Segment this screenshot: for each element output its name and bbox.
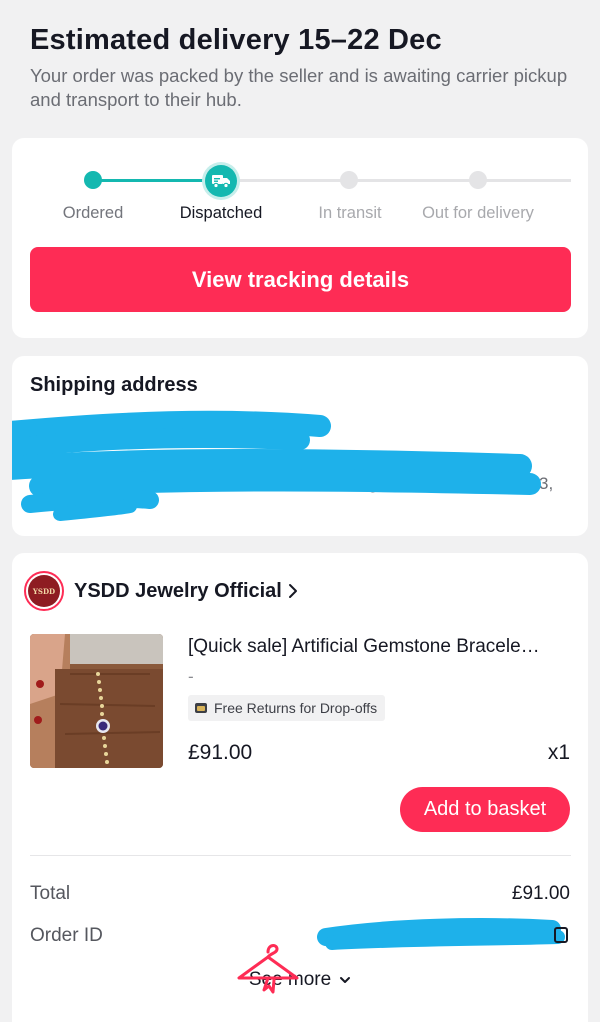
product-variant: - — [188, 667, 194, 686]
copy-icon[interactable] — [554, 927, 570, 943]
step-dispatched-marker — [202, 162, 240, 200]
step-dispatched-label: Dispatched — [179, 204, 263, 222]
step-in-transit-label: In transit — [318, 204, 382, 222]
seller-logo-text: YSDD — [28, 575, 60, 607]
free-returns-label: Free Returns for Drop-offs — [214, 700, 378, 716]
order-id-redaction — [317, 918, 565, 950]
add-to-basket-button[interactable]: Add to basket — [400, 787, 570, 832]
shipping-address-card: Shipping address ancs, Englan 3, — [12, 356, 588, 536]
product-title[interactable]: [Quick sale] Artificial Gemstone Bracele… — [188, 636, 578, 658]
tracking-progress: Ordered Dispatched In transit Out for de… — [12, 162, 588, 232]
view-tracking-details-button[interactable]: View tracking details — [30, 247, 571, 312]
step-in-transit-dot — [340, 171, 358, 189]
product-image[interactable] — [30, 634, 163, 768]
seller-link[interactable]: YSDD YSDD Jewelry Official — [24, 571, 298, 611]
chevron-down-icon — [340, 977, 351, 983]
step-ordered-dot — [84, 171, 102, 189]
address-redaction — [12, 410, 541, 521]
seller-logo: YSDD — [24, 571, 64, 611]
product-quantity: x1 — [547, 741, 570, 764]
step-out-for-delivery-label: Out for delivery — [422, 204, 534, 222]
step-out-for-delivery-dot — [469, 171, 487, 189]
free-returns-badge: Free Returns for Drop-offs — [188, 695, 386, 721]
order-status-header: Estimated delivery 15–22 Dec Your order … — [30, 22, 580, 112]
hanger-icon — [237, 944, 299, 994]
seller-name: YSDD Jewelry Official — [74, 579, 282, 602]
order-id-label: Order ID — [30, 925, 103, 946]
tracking-card: Ordered Dispatched In transit Out for de… — [12, 138, 588, 338]
divider — [30, 855, 571, 856]
return-box-icon — [195, 703, 207, 713]
shipping-address-title: Shipping address — [30, 374, 198, 396]
delivery-estimate-title: Estimated delivery 15–22 Dec — [30, 24, 442, 56]
progress-line-pending — [221, 179, 571, 182]
product-price: £91.00 — [188, 741, 253, 764]
truck-icon — [212, 175, 230, 189]
order-status-description: Your order was packed by the seller and … — [30, 65, 568, 110]
total-label: Total — [30, 883, 71, 904]
chevron-right-icon — [288, 584, 297, 598]
total-value: £91.00 — [511, 883, 570, 904]
step-ordered-label: Ordered — [62, 204, 124, 222]
